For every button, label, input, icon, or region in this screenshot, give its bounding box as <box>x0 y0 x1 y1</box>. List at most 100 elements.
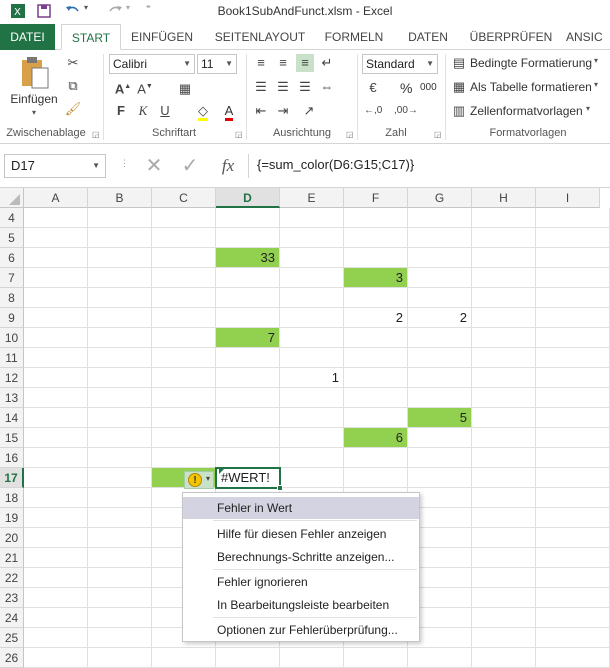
formula-input[interactable]: {=sum_color(D6:G15;C17)} <box>248 154 610 178</box>
cell-f5[interactable] <box>344 228 408 248</box>
cell-h7[interactable] <box>472 268 536 288</box>
cell-h4[interactable] <box>472 208 536 228</box>
cell-a25[interactable] <box>24 628 88 648</box>
cell-h26[interactable] <box>472 648 536 668</box>
cell-a16[interactable] <box>24 448 88 468</box>
cell-d13[interactable] <box>216 388 280 408</box>
align-right-icon[interactable]: ☰ <box>296 78 314 96</box>
cell-e7[interactable] <box>280 268 344 288</box>
menu-item-edit-in-formula-bar[interactable]: In Bearbeitungsleiste bearbeiten <box>183 594 419 616</box>
column-header-e[interactable]: E <box>280 188 344 208</box>
cell-e8[interactable] <box>280 288 344 308</box>
cell-e5[interactable] <box>280 228 344 248</box>
select-all-corner[interactable] <box>0 188 24 208</box>
cell-b14[interactable] <box>88 408 152 428</box>
font-color-icon[interactable]: A <box>220 102 238 121</box>
cell-g12[interactable] <box>408 368 472 388</box>
cell-b19[interactable] <box>88 508 152 528</box>
cell-d12[interactable] <box>216 368 280 388</box>
row-header-9[interactable]: 9 <box>0 308 24 328</box>
cell-c5[interactable] <box>152 228 216 248</box>
menu-item-help[interactable]: Hilfe für diesen Fehler anzeigen <box>183 523 419 545</box>
row-header-5[interactable]: 5 <box>0 228 24 248</box>
cell-d5[interactable] <box>216 228 280 248</box>
cell-a8[interactable] <box>24 288 88 308</box>
row-header-6[interactable]: 6 <box>0 248 24 268</box>
cell-a11[interactable] <box>24 348 88 368</box>
row-header-23[interactable]: 23 <box>0 588 24 608</box>
chevron-down-icon[interactable]: ▾ <box>594 80 598 89</box>
align-top-icon[interactable]: ≡ <box>252 54 270 72</box>
cell-a5[interactable] <box>24 228 88 248</box>
cell-f16[interactable] <box>344 448 408 468</box>
cell-b8[interactable] <box>88 288 152 308</box>
cell-c8[interactable] <box>152 288 216 308</box>
cell-b7[interactable] <box>88 268 152 288</box>
menu-item-ignore-error[interactable]: Fehler ignorieren <box>183 571 419 593</box>
italic-button[interactable]: K <box>134 102 152 120</box>
font-launcher-icon[interactable]: ◲ <box>235 130 243 139</box>
format-as-table-button[interactable]: Als Tabelle formatieren <box>470 80 592 94</box>
cell-f12[interactable] <box>344 368 408 388</box>
cell-i15[interactable] <box>536 428 610 448</box>
menu-item-show-calc-steps[interactable]: Berechnungs-Schritte anzeigen... <box>183 546 419 568</box>
cell-b4[interactable] <box>88 208 152 228</box>
cell-a24[interactable] <box>24 608 88 628</box>
merge-center-icon[interactable]: ⇔ <box>318 78 336 96</box>
cell-b15[interactable] <box>88 428 152 448</box>
chevron-down-icon[interactable]: ▾ <box>586 104 590 113</box>
orientation-icon[interactable]: ↗ <box>300 102 318 120</box>
row-header-16[interactable]: 16 <box>0 448 24 468</box>
cell-i22[interactable] <box>536 568 610 588</box>
tab-datei[interactable]: DATEI <box>0 24 55 50</box>
align-middle-icon[interactable]: ≡ <box>274 54 292 72</box>
cell-a22[interactable] <box>24 568 88 588</box>
cell-c14[interactable] <box>152 408 216 428</box>
cell-i24[interactable] <box>536 608 610 628</box>
cell-i18[interactable] <box>536 488 610 508</box>
cell-h6[interactable] <box>472 248 536 268</box>
cell-e26[interactable] <box>280 648 344 668</box>
cell-i12[interactable] <box>536 368 610 388</box>
tab-einfuegen[interactable]: EINFÜGEN <box>124 24 200 50</box>
cell-c16[interactable] <box>152 448 216 468</box>
cancel-icon[interactable]: ✕ <box>140 154 168 178</box>
cell-a4[interactable] <box>24 208 88 228</box>
cell-c6[interactable] <box>152 248 216 268</box>
row-header-19[interactable]: 19 <box>0 508 24 528</box>
cell-a18[interactable] <box>24 488 88 508</box>
thousands-button[interactable]: 000 <box>420 82 437 93</box>
cell-g5[interactable] <box>408 228 472 248</box>
name-box[interactable]: D17 ▼ <box>4 154 106 178</box>
cell-e10[interactable] <box>280 328 344 348</box>
cell-a17[interactable] <box>24 468 88 488</box>
align-left-icon[interactable]: ☰ <box>252 78 270 96</box>
increase-decimal-icon[interactable]: ←,0 <box>364 102 382 120</box>
column-header-d[interactable]: D <box>216 188 280 208</box>
cell-a12[interactable] <box>24 368 88 388</box>
cell-h19[interactable] <box>472 508 536 528</box>
cell-a6[interactable] <box>24 248 88 268</box>
number-launcher-icon[interactable]: ◲ <box>434 130 442 139</box>
cell-e13[interactable] <box>280 388 344 408</box>
column-header-g[interactable]: G <box>408 188 472 208</box>
cell-i26[interactable] <box>536 648 610 668</box>
row-header-20[interactable]: 20 <box>0 528 24 548</box>
cell-f15[interactable]: 6 <box>344 428 408 448</box>
cell-i25[interactable] <box>536 628 610 648</box>
row-header-18[interactable]: 18 <box>0 488 24 508</box>
bold-button[interactable]: F <box>112 102 130 120</box>
cell-b13[interactable] <box>88 388 152 408</box>
cell-c13[interactable] <box>152 388 216 408</box>
cell-h21[interactable] <box>472 548 536 568</box>
cell-b22[interactable] <box>88 568 152 588</box>
cell-h13[interactable] <box>472 388 536 408</box>
cell-i11[interactable] <box>536 348 610 368</box>
cell-d10[interactable]: 7 <box>216 328 280 348</box>
cell-e6[interactable] <box>280 248 344 268</box>
column-header-i[interactable]: I <box>536 188 600 208</box>
cell-g6[interactable] <box>408 248 472 268</box>
conditional-formatting-button[interactable]: Bedingte Formatierung <box>470 56 592 70</box>
cell-e17[interactable] <box>280 468 344 488</box>
cell-d16[interactable] <box>216 448 280 468</box>
